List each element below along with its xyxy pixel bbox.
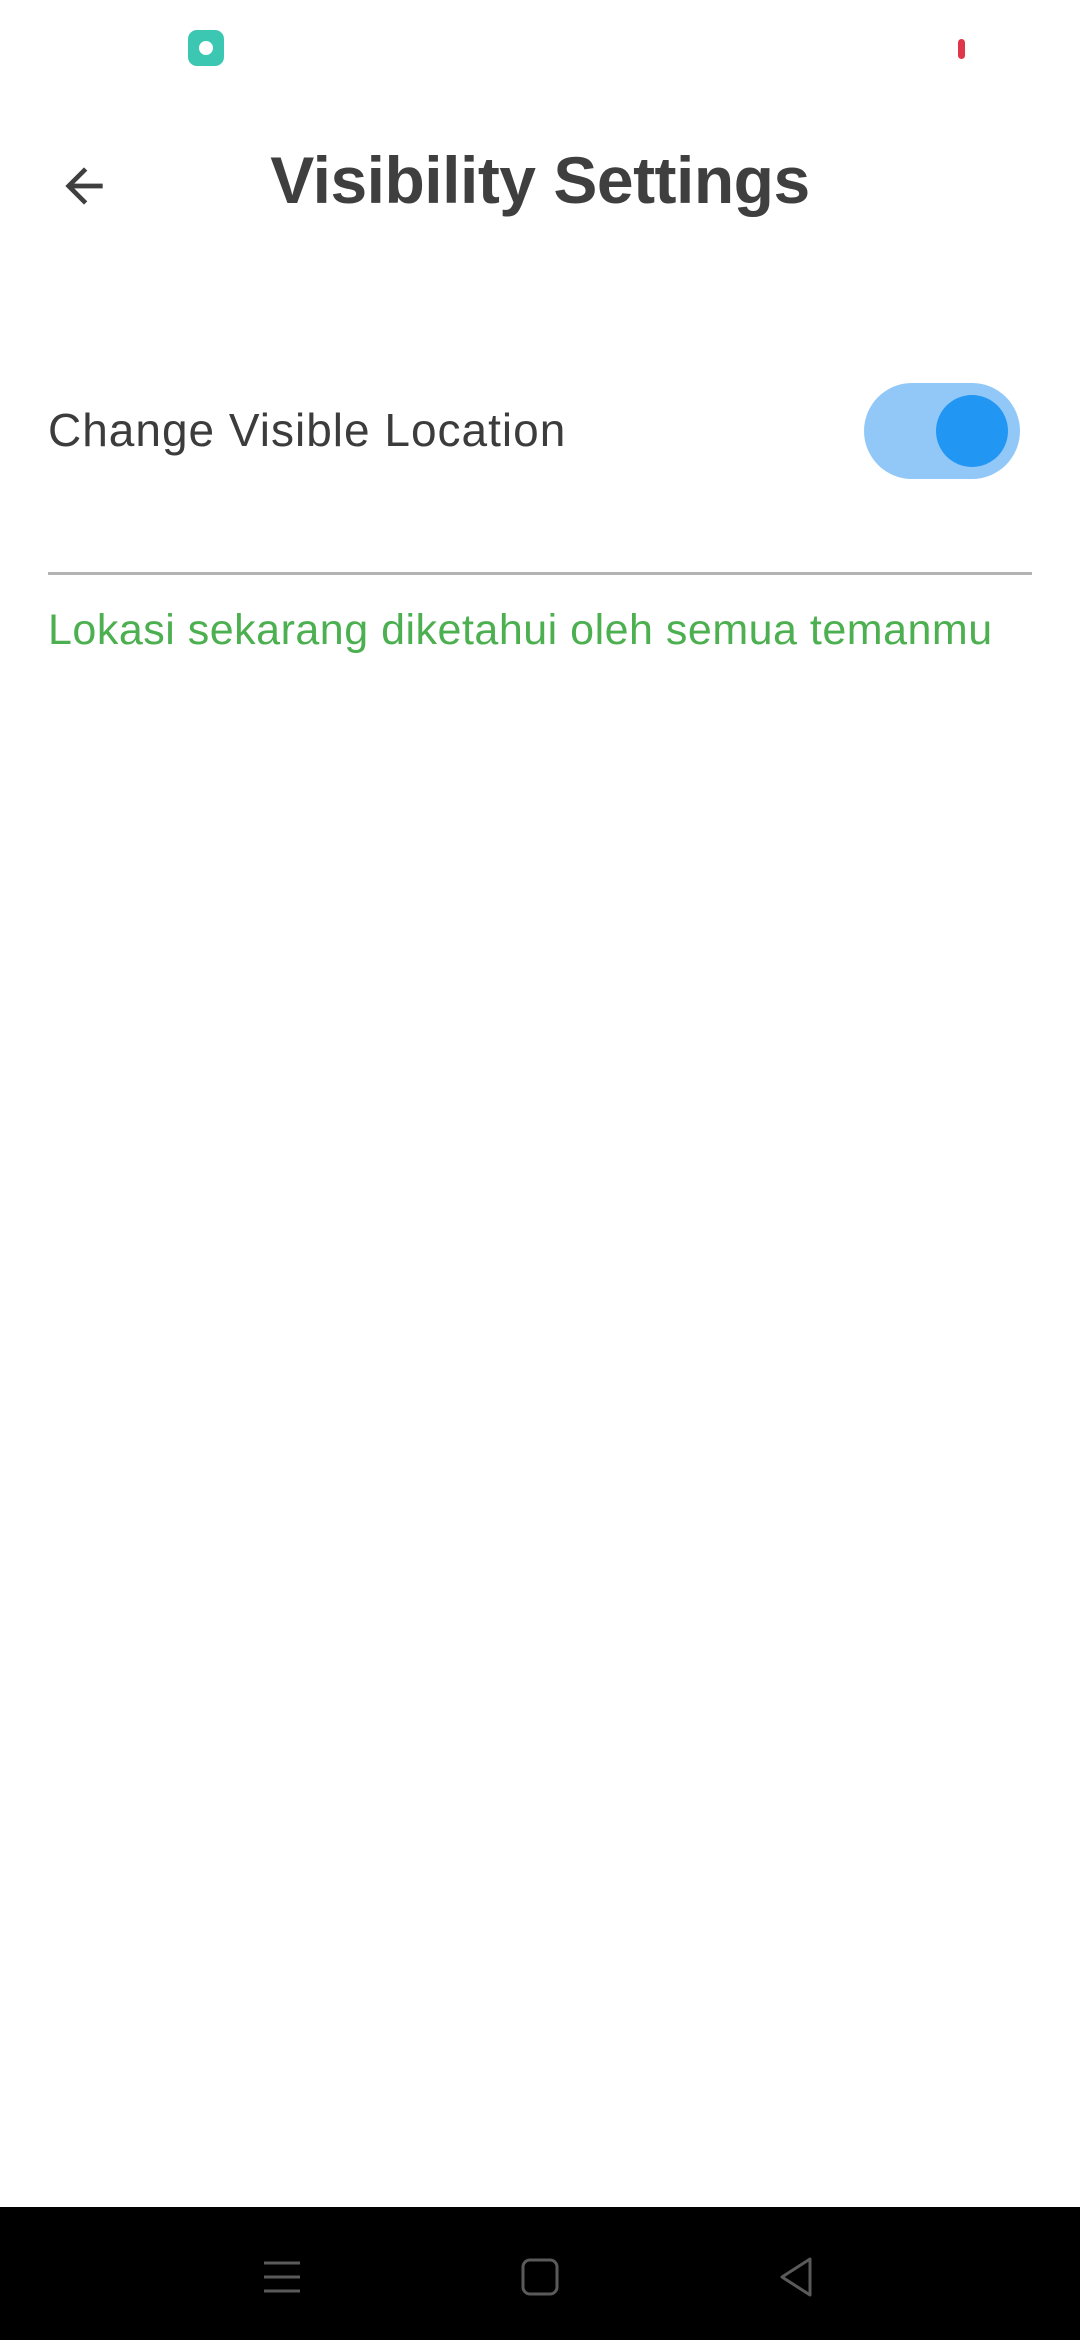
change-visible-location-row[interactable]: Change Visible Location [48, 378, 1032, 488]
system-back-button[interactable] [756, 2237, 836, 2317]
app-bar: Visibility Settings [0, 110, 1080, 250]
status-bar [0, 0, 1080, 96]
screen-recorder-icon [188, 30, 224, 66]
visible-location-toggle[interactable] [864, 383, 1020, 479]
back-triangle-icon [780, 2257, 812, 2297]
divider [48, 572, 1032, 575]
recent-apps-button[interactable] [242, 2237, 322, 2317]
home-icon [521, 2258, 559, 2296]
home-button[interactable] [500, 2237, 580, 2317]
toggle-knob [936, 395, 1008, 467]
system-nav-bar [0, 2207, 1080, 2340]
recording-indicator-icon [958, 39, 965, 59]
visibility-settings-screen: Visibility Settings Change Visible Locat… [0, 0, 1080, 2340]
setting-label: Change Visible Location [48, 404, 567, 456]
page-title: Visibility Settings [270, 143, 810, 217]
location-status-message: Lokasi sekarang diketahui oleh semua tem… [48, 606, 993, 654]
menu-icon [264, 2261, 300, 2293]
